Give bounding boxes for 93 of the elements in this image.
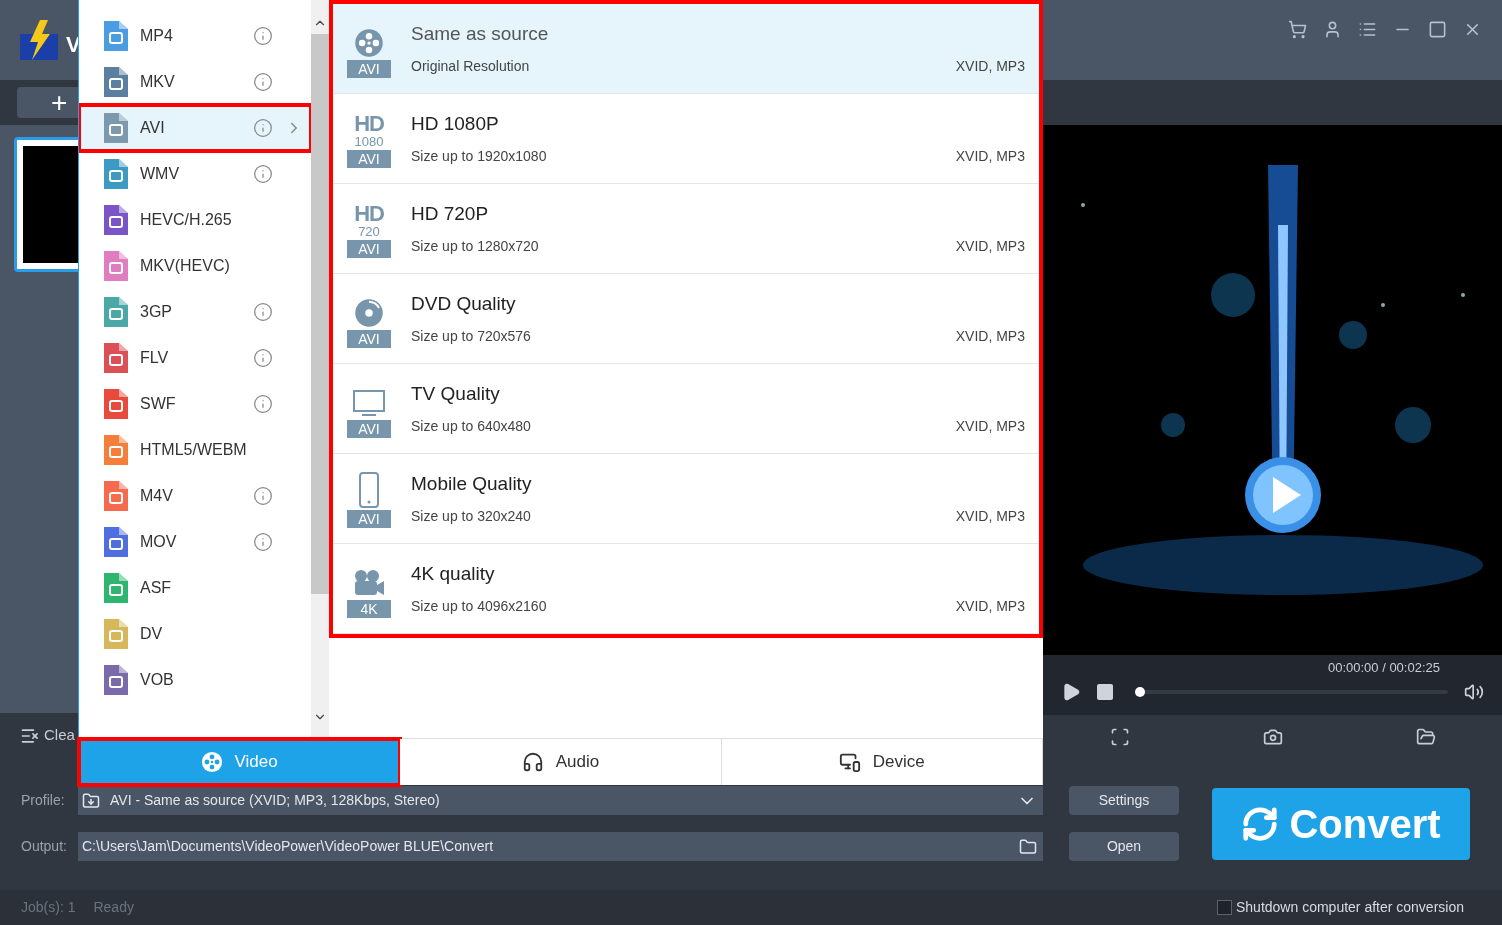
format-item[interactable]: MKV(HEVC): [79, 243, 311, 289]
info-icon[interactable]: [253, 72, 273, 92]
logo-icon: [18, 20, 60, 62]
format-item[interactable]: DV: [79, 611, 311, 657]
settings-button[interactable]: Settings: [1069, 786, 1179, 815]
codec-label: XVID, MP3: [955, 57, 1025, 77]
format-badge: AVI: [347, 59, 391, 78]
preset-item[interactable]: AVI Same as source Original Resolution XVID, MP3: [333, 4, 1039, 94]
preset-title: Mobile Quality: [411, 471, 533, 496]
info-icon[interactable]: [253, 486, 273, 506]
film-reel-icon: [354, 27, 384, 58]
seek-thumb[interactable]: [1135, 686, 1145, 697]
preset-title: HD 1080P: [411, 111, 500, 136]
open-button[interactable]: Open: [1069, 832, 1179, 861]
scrollbar[interactable]: [311, 0, 329, 738]
profile-label: Profile:: [21, 791, 66, 810]
format-item[interactable]: HEVC/H.265: [79, 197, 311, 243]
icon-label: 1080: [354, 134, 384, 148]
format-item[interactable]: 3GP: [79, 289, 311, 335]
format-item[interactable]: VOB: [79, 657, 311, 703]
format-item[interactable]: SWF: [79, 381, 311, 427]
disc-icon: [354, 297, 384, 328]
preset-subtitle: Size up to 320x240: [411, 507, 531, 527]
info-icon[interactable]: [253, 394, 273, 414]
format-item[interactable]: HTML5/WEBM: [79, 427, 311, 473]
format-item[interactable]: MP4: [79, 13, 311, 59]
shutdown-label: Shutdown computer after conversion: [1236, 898, 1464, 917]
codec-label: XVID, MP3: [955, 597, 1025, 617]
output-field[interactable]: C:\Users\Jam\Documents\VideoPower\VideoPower BLUE\Convert: [78, 832, 1043, 861]
monitor-icon: [352, 387, 386, 418]
codec-label: XVID, MP3: [955, 417, 1025, 437]
info-icon[interactable]: [253, 532, 273, 552]
seek-track[interactable]: [1135, 686, 1448, 697]
preset-title: Same as source: [411, 21, 550, 46]
icon-label: HD: [354, 112, 384, 135]
info-icon[interactable]: [253, 118, 273, 138]
preset-subtitle: Size up to 1280x720: [411, 237, 539, 257]
preset-title: HD 720P: [411, 201, 490, 226]
preset-subtitle: Size up to 4096x2160: [411, 597, 547, 617]
format-badge: 4K: [347, 599, 391, 618]
info-icon[interactable]: [253, 164, 273, 184]
maximize-icon[interactable]: [1428, 20, 1447, 39]
icon-label: HD: [354, 202, 384, 225]
video-camera-icon: [352, 567, 386, 598]
folder-icon: [82, 791, 100, 810]
user-icon[interactable]: [1323, 20, 1342, 39]
codec-label: XVID, MP3: [955, 327, 1025, 347]
preset-subtitle: Original Resolution: [411, 57, 530, 77]
preset-subtitle: Size up to 1920x1080: [411, 147, 547, 167]
info-icon[interactable]: [253, 26, 273, 46]
preset-subtitle: Size up to 720x576: [411, 327, 531, 347]
devices-icon: [838, 751, 861, 773]
format-badge: AVI: [347, 329, 391, 348]
codec-label: XVID, MP3: [955, 147, 1025, 167]
browse-folder-icon[interactable]: [1019, 837, 1037, 856]
codec-label: XVID, MP3: [955, 507, 1025, 527]
format-item[interactable]: FLV: [79, 335, 311, 381]
film-reel-icon: [200, 751, 223, 773]
codec-label: XVID, MP3: [955, 237, 1025, 257]
info-icon[interactable]: [253, 302, 273, 322]
jobs-count: Job(s): 1: [21, 898, 76, 917]
format-badge: AVI: [347, 239, 391, 258]
icon-label: 720: [358, 224, 380, 238]
format-badge: AVI: [347, 419, 391, 438]
preset-title: 4K quality: [411, 561, 496, 586]
stop-icon[interactable]: [1097, 683, 1113, 700]
preset-subtitle: Size up to 640x480: [411, 417, 531, 437]
time-readout: 00:00:00 / 00:02:25: [1327, 659, 1440, 677]
format-item[interactable]: WMV: [79, 151, 311, 197]
cart-icon[interactable]: [1288, 20, 1307, 39]
headphones-icon: [521, 751, 544, 773]
shutdown-checkbox[interactable]: [1217, 900, 1232, 915]
preset-title: DVD Quality: [411, 291, 517, 316]
menu-icon[interactable]: [1358, 20, 1377, 39]
format-item[interactable]: MOV: [79, 519, 311, 565]
clear-label[interactable]: Clea: [44, 724, 75, 747]
format-item[interactable]: M4V: [79, 473, 311, 519]
profile-dropdown[interactable]: AVI - Same as source (XVID; MP3, 128Kbps, Stereo): [78, 786, 1043, 815]
folder-icon[interactable]: [1415, 726, 1436, 747]
fullscreen-icon[interactable]: [1109, 726, 1130, 747]
output-label: Output:: [21, 837, 68, 856]
category-tab[interactable]: Audio: [400, 739, 722, 785]
refresh-icon: [1241, 805, 1280, 843]
info-icon[interactable]: [253, 348, 273, 368]
phone-icon: [358, 471, 380, 508]
format-item[interactable]: ASF: [79, 565, 311, 611]
play-icon[interactable]: [1061, 681, 1081, 702]
preset-title: TV Quality: [411, 381, 501, 406]
format-badge: AVI: [347, 149, 391, 168]
format-badge: AVI: [347, 509, 391, 528]
format-item[interactable]: AVI: [79, 105, 311, 151]
status-text: Ready: [93, 898, 134, 917]
volume-icon[interactable]: [1464, 681, 1484, 702]
